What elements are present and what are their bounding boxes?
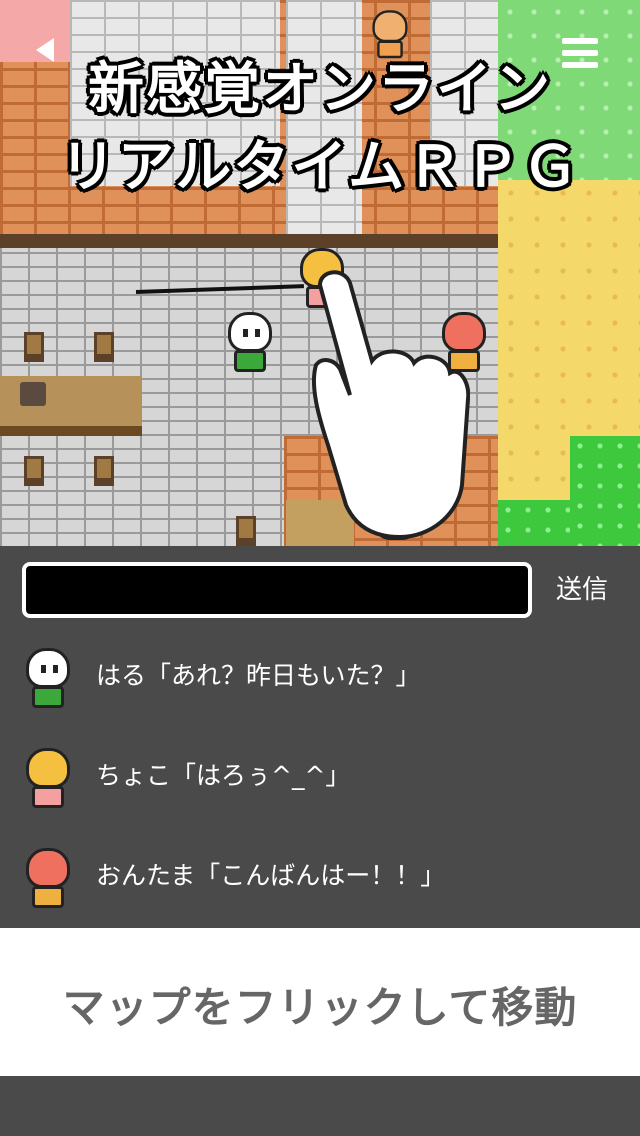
chair <box>94 456 114 486</box>
choko-avatar-icon <box>20 748 78 812</box>
chat-message-text: ちょこ「はろぅ^_^」 <box>96 761 351 790</box>
send-button[interactable]: 送信 <box>546 570 618 610</box>
chair <box>24 332 44 362</box>
instruction-banner: マップをフリックして移動 <box>0 928 640 1076</box>
chat-message: おんたま「こんばんはー！！」 <box>0 838 640 938</box>
ontama-avatar-icon <box>20 848 78 912</box>
promo-title-line1: 新感覚オンライン <box>88 57 552 122</box>
chair <box>24 456 44 486</box>
chat-message-text: はる「あれ？昨日もいた？」 <box>96 661 421 690</box>
grass-area <box>498 500 570 546</box>
pointing-hand-icon <box>311 270 470 540</box>
chat-message: ちょこ「はろぅ^_^」 <box>0 738 640 838</box>
chair <box>236 516 256 546</box>
instruction-text: マップをフリックして移動 <box>62 983 578 1032</box>
chat-panel: 送信 はる「あれ？昨日もいた？」 ちょこ「はろぅ^_^」 おんたま「こんばんはー… <box>0 546 640 918</box>
grass-area <box>570 436 640 546</box>
promo-title-line2: リアルタイムＲＰＧ <box>59 135 581 200</box>
game-map[interactable]: 新感覚オンライン リアルタイムＲＰＧ <box>0 0 640 546</box>
footer-bar <box>0 1076 640 1136</box>
chat-message-text: おんたま「こんばんはー！！」 <box>96 861 446 890</box>
haru-avatar-icon <box>20 648 78 712</box>
chat-input[interactable] <box>22 562 532 618</box>
mug-icon <box>20 382 46 406</box>
chat-message: はる「あれ？昨日もいた？」 <box>0 638 640 738</box>
player-sprite-haru[interactable] <box>222 312 278 374</box>
chair <box>94 332 114 362</box>
wall-trim <box>0 234 500 248</box>
